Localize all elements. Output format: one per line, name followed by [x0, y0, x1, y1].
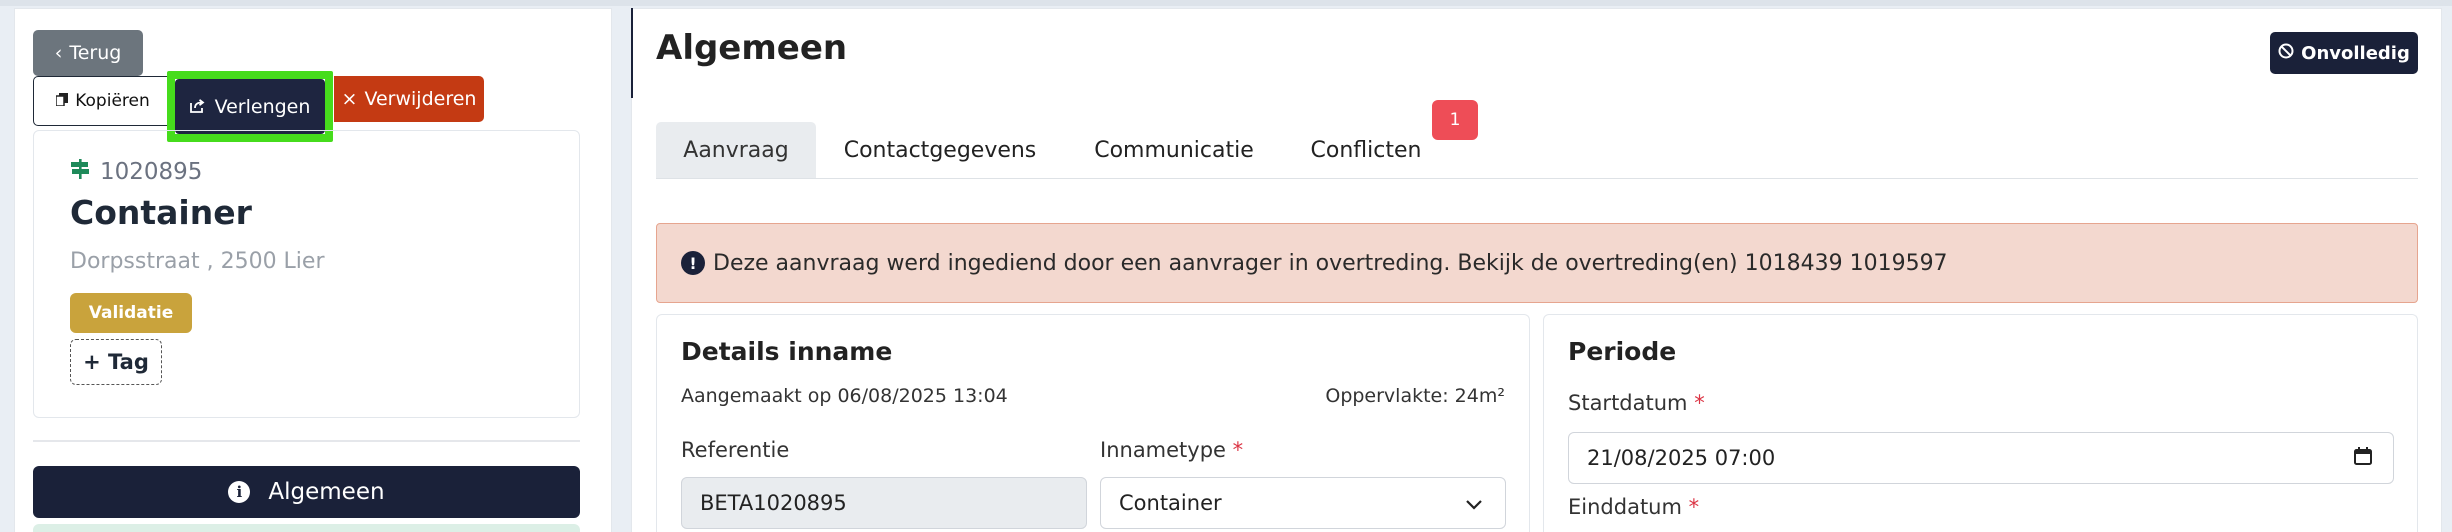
application-address: Dorpsstraat , 2500 Lier [70, 249, 325, 274]
info-icon: i [228, 481, 251, 503]
tab-contactgegevens[interactable]: Contactgegevens [826, 122, 1054, 179]
conflicts-count-badge: 1 [1432, 100, 1478, 140]
application-card: 1020895 Container Dorpsstraat , 2500 Lie… [33, 130, 580, 418]
period-title: Periode [1568, 337, 1677, 366]
tab-communicatie[interactable]: Communicatie [1076, 122, 1272, 179]
close-icon: × [341, 88, 358, 110]
application-number: 1020895 [70, 159, 202, 185]
add-tag-button[interactable]: + Tag [70, 339, 162, 385]
period-section: Periode Startdatum * 21/08/2025 07:00 Ei… [1543, 314, 2418, 532]
tab-conflicten[interactable]: Conflicten [1296, 122, 1436, 179]
top-border [0, 0, 2452, 6]
type-select[interactable]: Container [1100, 477, 1506, 529]
alert-text: Deze aanvraag werd ingediend door een aa… [713, 250, 1948, 276]
status-badge: Validatie [70, 293, 192, 333]
chevron-down-icon [1465, 492, 1483, 516]
end-label-text: Einddatum [1568, 495, 1682, 519]
sidebar-item-next[interactable] [33, 524, 580, 532]
area-text: Oppervlakte: 24m² [1325, 385, 1505, 407]
type-value: Container [1119, 491, 1222, 515]
start-label: Startdatum * [1568, 391, 1705, 415]
reference-value: BETA1020895 [700, 491, 847, 515]
start-label-text: Startdatum [1568, 391, 1688, 415]
extend-button[interactable]: Verlengen [175, 79, 325, 134]
required-mark: * [1232, 438, 1244, 462]
share-icon [189, 96, 206, 118]
details-section: Details inname Aangemaakt op 06/08/2025 … [656, 314, 1530, 532]
main-panel-accent [631, 8, 633, 98]
end-label: Einddatum * [1568, 495, 1699, 519]
tabs-divider [656, 178, 2418, 179]
tab-aanvraag[interactable]: Aanvraag [656, 122, 816, 179]
reference-label: Referentie [681, 438, 789, 462]
reference-field[interactable]: BETA1020895 [681, 477, 1087, 529]
sidebar-divider [33, 440, 580, 442]
tab-label: Conflicten [1310, 138, 1422, 163]
type-label: Innametype * [1100, 438, 1243, 462]
incomplete-button[interactable]: Onvolledig [2270, 32, 2418, 74]
page-title: Algemeen [656, 28, 848, 68]
ban-icon [2278, 43, 2294, 64]
sidebar-item-label: Algemeen [268, 479, 385, 505]
type-label-text: Innametype [1100, 438, 1226, 462]
back-button[interactable]: ‹ Terug [33, 30, 143, 76]
sidebar-item-algemeen[interactable]: i Algemeen [33, 466, 580, 518]
delete-button[interactable]: × Verwijderen [334, 76, 484, 122]
exclamation-icon: ! [681, 251, 705, 275]
reference-label-text: Referentie [681, 438, 790, 462]
violation-alert: ! Deze aanvraag werd ingediend door een … [656, 223, 2418, 303]
extend-button-label: Verlengen [214, 95, 311, 118]
application-number-text: 1020895 [100, 159, 203, 185]
delete-button-label: Verwijderen [364, 88, 477, 110]
chevron-left-icon: ‹ [54, 42, 63, 64]
tab-label: Aanvraag [683, 138, 789, 163]
start-date-value: 21/08/2025 07:00 [1587, 446, 1776, 470]
tab-label: Contactgegevens [843, 138, 1037, 163]
required-mark: * [1688, 495, 1700, 519]
application-title: Container [70, 193, 252, 232]
incomplete-button-label: Onvolledig [2301, 42, 2410, 64]
tab-label: Communicatie [1094, 138, 1254, 163]
copy-icon [55, 91, 69, 111]
created-timestamp: Aangemaakt op 06/08/2025 13:04 [681, 385, 1008, 407]
signpost-icon [70, 159, 90, 185]
back-button-label: Terug [69, 42, 122, 64]
details-title: Details inname [681, 337, 893, 366]
calendar-icon[interactable] [2353, 446, 2373, 471]
start-date-input[interactable]: 21/08/2025 07:00 [1568, 432, 2394, 484]
required-mark: * [1694, 391, 1705, 415]
copy-button[interactable]: Kopiëren [33, 76, 173, 126]
copy-button-label: Kopiëren [75, 91, 150, 111]
